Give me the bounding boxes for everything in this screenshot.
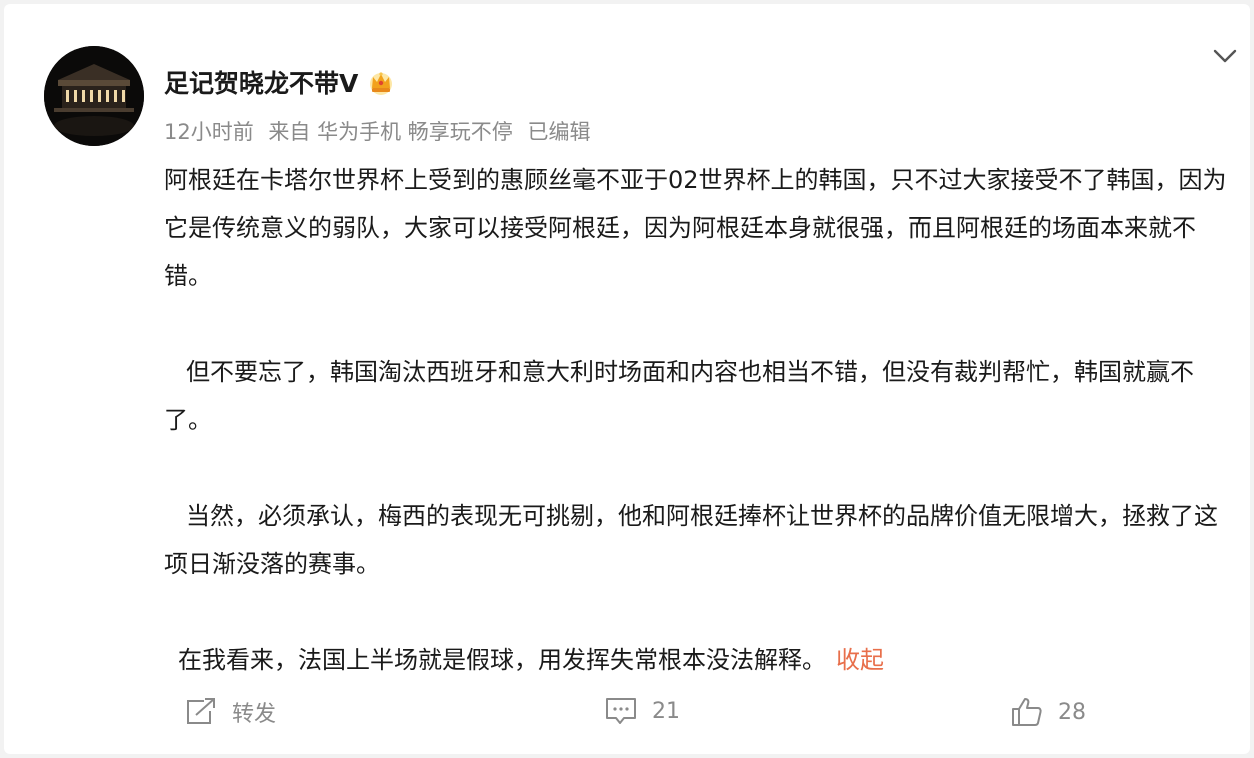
post-content: 阿根廷在卡塔尔世界杯上受到的惠顾丝毫不亚于02世界杯上的韩国，只不过大家接受不了… — [164, 156, 1236, 684]
chevron-down-icon[interactable] — [1210, 44, 1240, 68]
post-paragraph-text: 在我看来，法国上半场就是假球，用发挥失常根本没法解释。 — [178, 646, 826, 674]
vip-crown-icon — [366, 67, 396, 97]
avatar-image — [44, 46, 144, 146]
post-time[interactable]: 12小时前 — [164, 120, 254, 144]
comment-icon — [606, 698, 636, 724]
avatar[interactable] — [44, 46, 144, 146]
comment-count: 21 — [652, 698, 680, 724]
author-name-row: 足记贺晓龙不带V — [164, 64, 396, 100]
post-paragraph: 但不要忘了，韩国淘汰西班牙和意大利时场面和内容也相当不错，但没有裁判帮忙，韩国就… — [164, 358, 1194, 434]
repost-icon — [187, 698, 215, 724]
repost-button[interactable]: 转发 — [184, 696, 276, 728]
edited-label[interactable]: 已编辑 — [527, 120, 590, 144]
post-meta: 12小时前 来自 华为手机 畅享玩不停 已编辑 — [164, 116, 598, 146]
repost-label: 转发 — [232, 702, 277, 727]
author-name[interactable]: 足记贺晓龙不带V — [164, 64, 358, 100]
action-bar: 转发 21 28 — [4, 696, 1250, 740]
post-card: 足记贺晓龙不带V 12小时前 来自 华为手机 畅享玩不停 已编辑 阿根廷在卡塔尔… — [4, 4, 1250, 754]
thumbs-up-icon — [1012, 698, 1042, 726]
like-button[interactable]: 28 — [1010, 696, 1086, 728]
post-source: 来自 华为手机 畅享玩不停 — [268, 120, 513, 144]
post-paragraph: 阿根廷在卡塔尔世界杯上受到的惠顾丝毫不亚于02世界杯上的韩国，只不过大家接受不了… — [164, 166, 1227, 290]
post-paragraph-last: 在我看来，法国上半场就是假球，用发挥失常根本没法解释。 收起 — [164, 636, 1236, 684]
comment-button[interactable]: 21 — [604, 696, 680, 726]
collapse-link[interactable]: 收起 — [836, 646, 884, 674]
post-paragraph: 当然，必须承认，梅西的表现无可挑剔，他和阿根廷捧杯让世界杯的品牌价值无限增大，拯… — [164, 502, 1218, 578]
like-count: 28 — [1058, 699, 1086, 725]
